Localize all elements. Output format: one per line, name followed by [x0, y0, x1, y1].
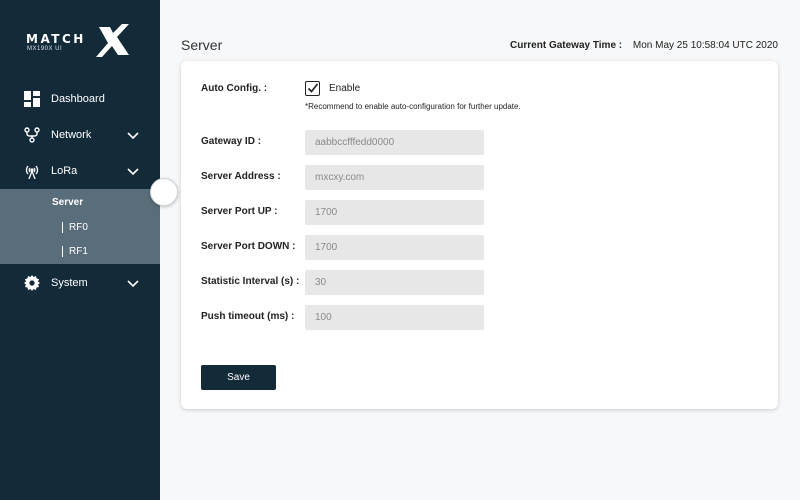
submenu-item-server[interactable]: Server	[52, 197, 83, 208]
server-port-up-field[interactable]	[305, 200, 484, 225]
submenu-item-rf0[interactable]: RF0	[62, 222, 88, 233]
sidebar-item-label: Network	[51, 129, 92, 141]
server-address-label: Server Address :	[201, 171, 281, 182]
auto-config-checkbox[interactable]	[305, 81, 320, 96]
statistic-interval-label: Statistic Interval (s) :	[201, 276, 300, 287]
network-icon	[24, 127, 40, 143]
lora-submenu: Server RF0 RF1	[0, 189, 160, 264]
save-button[interactable]: Save	[201, 365, 276, 390]
gateway-id-field[interactable]	[305, 130, 484, 155]
gateway-time: Current Gateway Time : Mon May 25 10:58:…	[510, 40, 778, 51]
enable-label: Enable	[329, 83, 361, 94]
brand-x-mark	[96, 24, 129, 57]
server-settings-card: Auto Config. : Enable *Recommend to enab…	[181, 61, 778, 409]
auto-config-label: Auto Config. :	[201, 83, 268, 94]
sidebar-item-label: System	[51, 277, 88, 289]
sidebar-item-system[interactable]: System	[0, 265, 160, 301]
gateway-id-label: Gateway ID :	[201, 136, 262, 147]
server-port-down-field[interactable]	[305, 235, 484, 260]
brand-name: MATCH	[26, 32, 86, 46]
push-timeout-field[interactable]	[305, 305, 484, 330]
statistic-interval-field[interactable]	[305, 270, 484, 295]
gateway-time-label: Current Gateway Time :	[510, 40, 623, 51]
auto-config-hint: *Recommend to enable auto-configuration …	[305, 102, 521, 111]
dashboard-icon	[24, 91, 40, 107]
push-timeout-label: Push timeout (ms) :	[201, 311, 295, 322]
chevron-up-icon[interactable]	[127, 165, 139, 177]
lora-antenna-icon	[24, 163, 40, 179]
checkmark-icon	[307, 83, 319, 93]
sidebar-item-lora[interactable]: LoRa	[0, 153, 160, 189]
chevron-down-icon[interactable]	[127, 277, 139, 289]
sidebar-collapse-toggle[interactable]	[150, 178, 178, 206]
sidebar-item-dashboard[interactable]: Dashboard	[0, 81, 160, 117]
server-port-down-label: Server Port DOWN :	[201, 241, 296, 252]
brand-subtitle: MX190X UI	[27, 46, 63, 52]
gear-icon	[24, 275, 40, 291]
sidebar-item-network[interactable]: Network	[0, 117, 160, 153]
submenu-item-rf1[interactable]: RF1	[62, 246, 88, 257]
sidebar-item-label: LoRa	[51, 165, 78, 177]
sidebar: MATCH MX190X UI Dashboard Network LoRa S…	[0, 0, 160, 500]
server-port-up-label: Server Port UP :	[201, 206, 278, 217]
sidebar-item-label: Dashboard	[51, 93, 105, 105]
brand-logo[interactable]: MATCH MX190X UI	[26, 24, 130, 58]
gateway-time-value: Mon May 25 10:58:04 UTC 2020	[632, 40, 778, 51]
chevron-down-icon[interactable]	[127, 129, 139, 141]
page-title: Server	[181, 37, 223, 53]
server-address-field[interactable]	[305, 165, 484, 190]
